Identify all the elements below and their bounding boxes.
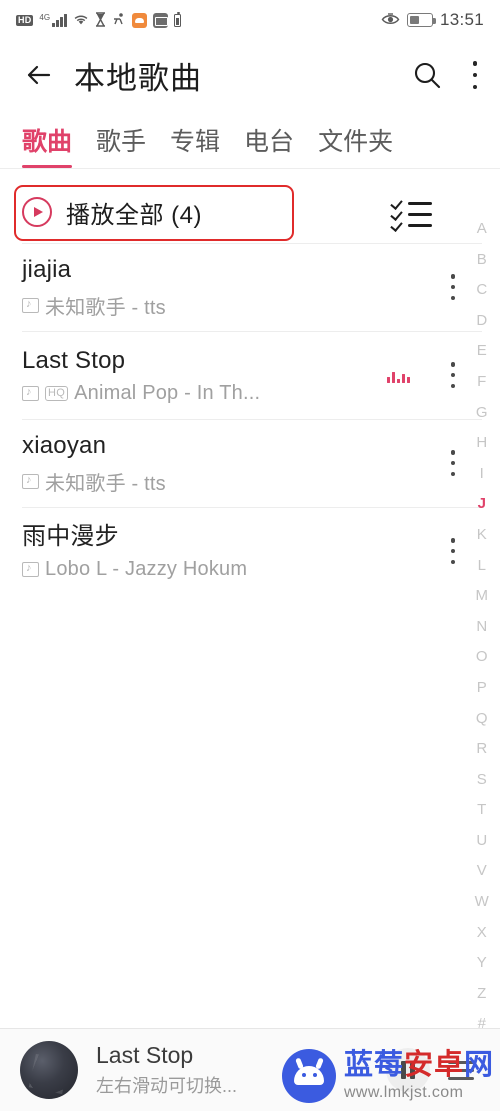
- song-list: jiajia 未知歌手 - tts Last Stop HQ Animal Po…: [0, 243, 500, 595]
- song-menu-icon[interactable]: [450, 362, 456, 388]
- watermark-site-name: 蓝莓安卓网: [343, 1049, 494, 1081]
- list-item[interactable]: Last Stop HQ Animal Pop - In Th...: [0, 331, 500, 419]
- song-subtitle-row: Lobo L - Jazzy Hokum: [22, 558, 456, 581]
- app-gray-icon: [153, 12, 169, 28]
- tab-artists[interactable]: 歌手: [96, 122, 146, 168]
- play-all-row[interactable]: 播放全部 (4): [0, 181, 500, 243]
- alpha-index-letter[interactable]: Q: [476, 704, 488, 735]
- mini-player-title: Last Stop: [96, 1041, 194, 1068]
- alpha-index-letter[interactable]: Y: [477, 948, 488, 979]
- back-icon[interactable]: [22, 58, 56, 92]
- alpha-index-letter[interactable]: D: [476, 306, 487, 337]
- alpha-index-letter[interactable]: K: [477, 520, 488, 551]
- song-menu-icon[interactable]: [450, 450, 456, 476]
- mini-player-hint: 左右滑动可切换...: [96, 1076, 238, 1097]
- page-title: 本地歌曲: [74, 60, 202, 96]
- search-icon[interactable]: [412, 60, 442, 90]
- network-gen-label: 4G: [39, 12, 51, 22]
- alphabet-index[interactable]: A B C D E F G H I J K L M N O P Q R S T U V W X Y Z #: [464, 214, 500, 1040]
- alpha-index-letter[interactable]: U: [476, 826, 487, 857]
- alpha-index-letter[interactable]: F: [477, 367, 487, 398]
- tab-bar: 歌曲 歌手 专辑 电台 文件夹: [0, 110, 500, 168]
- app-bar: 本地歌曲: [0, 40, 500, 110]
- battery-icon: [406, 13, 436, 27]
- tab-folders[interactable]: 文件夹: [318, 122, 393, 168]
- watermark-url: www.lmkjst.com: [343, 1084, 464, 1101]
- status-bar-left: HD 4G: [16, 11, 182, 29]
- alpha-index-letter[interactable]: W: [475, 887, 490, 918]
- alpha-index-letter[interactable]: I: [480, 459, 485, 490]
- status-bar: HD 4G 13:51: [0, 0, 500, 40]
- overflow-menu-icon[interactable]: [472, 61, 478, 89]
- alpha-index-letter[interactable]: R: [476, 734, 487, 765]
- watermark: 蓝莓安卓网 www.lmkjst.com: [281, 1049, 494, 1103]
- song-artist-album: 未知歌手 - tts: [45, 472, 166, 495]
- hq-badge: HQ: [45, 385, 69, 401]
- song-menu-icon[interactable]: [450, 538, 456, 564]
- alpha-index-letter[interactable]: O: [476, 642, 488, 673]
- song-subtitle-row: 未知歌手 - tts: [22, 467, 456, 496]
- alpha-index-letter[interactable]: V: [477, 856, 488, 887]
- phone-screen: HD 4G 13:51 本地歌曲 歌曲 歌手 专辑 电台 文件夹 播放全部 (4…: [0, 0, 500, 1111]
- song-title: 雨中漫步: [22, 523, 119, 551]
- song-subtitle-row: 未知歌手 - tts: [22, 291, 456, 320]
- mv-badge-icon: [22, 561, 39, 577]
- eye-care-icon: [381, 12, 400, 28]
- alpha-index-letter[interactable]: Z: [477, 979, 487, 1010]
- alpha-index-letter[interactable]: P: [477, 673, 488, 704]
- status-bar-clock: 13:51: [439, 10, 484, 29]
- alpha-index-letter[interactable]: S: [477, 765, 488, 796]
- accessibility-icon: [112, 12, 126, 28]
- mini-player-meta: Last Stop 左右滑动可切换...: [96, 1042, 237, 1098]
- alpha-index-letter[interactable]: J: [478, 489, 487, 520]
- app-bar-actions: [412, 60, 478, 90]
- song-artist-album: Animal Pop - In Th...: [74, 381, 261, 404]
- album-art[interactable]: [20, 1041, 78, 1099]
- alpha-index-letter[interactable]: T: [477, 795, 487, 826]
- mv-badge-icon: [22, 473, 39, 489]
- app-orange-icon: [132, 12, 148, 28]
- song-artist-album: Lobo L - Jazzy Hokum: [45, 557, 248, 580]
- alpha-index-letter[interactable]: A: [477, 214, 488, 245]
- mv-badge-icon: [22, 385, 39, 401]
- list-item[interactable]: xiaoyan 未知歌手 - tts: [0, 419, 500, 507]
- alpha-index-letter[interactable]: N: [476, 612, 487, 643]
- status-bar-right: 13:51: [381, 10, 484, 30]
- now-playing-equalizer-icon: [387, 367, 410, 383]
- alpha-index-letter[interactable]: G: [476, 398, 488, 429]
- alpha-index-letter[interactable]: E: [477, 336, 488, 367]
- mv-badge-icon: [22, 297, 39, 313]
- alpha-index-letter[interactable]: L: [478, 551, 487, 582]
- hourglass-icon: [95, 11, 106, 29]
- play-all-label: 播放全部 (4): [66, 201, 202, 229]
- list-item[interactable]: jiajia 未知歌手 - tts: [0, 243, 500, 331]
- signal-bars-icon: 4G: [39, 12, 68, 27]
- song-artist-album: 未知歌手 - tts: [45, 296, 166, 319]
- list-item[interactable]: 雨中漫步 Lobo L - Jazzy Hokum: [0, 507, 500, 595]
- watermark-text: 蓝莓安卓网 www.lmkjst.com: [344, 1051, 494, 1101]
- alpha-index-letter[interactable]: B: [477, 245, 488, 276]
- tab-albums[interactable]: 专辑: [170, 122, 220, 168]
- alpha-index-letter[interactable]: H: [476, 428, 487, 459]
- alpha-index-letter[interactable]: X: [477, 918, 488, 949]
- tab-songs[interactable]: 歌曲: [22, 122, 73, 168]
- tab-divider: [0, 168, 500, 169]
- multi-select-icon[interactable]: [392, 196, 434, 228]
- battery-small-icon: [174, 11, 182, 27]
- watermark-logo-icon: [281, 1049, 336, 1103]
- song-subtitle-row: HQ Animal Pop - In Th...: [22, 382, 456, 405]
- tab-radio[interactable]: 电台: [244, 122, 294, 168]
- song-menu-icon[interactable]: [450, 274, 456, 300]
- song-title: xiaoyan: [22, 432, 107, 460]
- alpha-index-letter[interactable]: C: [476, 275, 487, 306]
- wifi-icon: [73, 13, 89, 28]
- song-title: jiajia: [22, 256, 72, 284]
- play-icon[interactable]: [22, 197, 52, 227]
- alpha-index-letter[interactable]: M: [476, 581, 489, 612]
- hd-icon: HD: [16, 14, 34, 26]
